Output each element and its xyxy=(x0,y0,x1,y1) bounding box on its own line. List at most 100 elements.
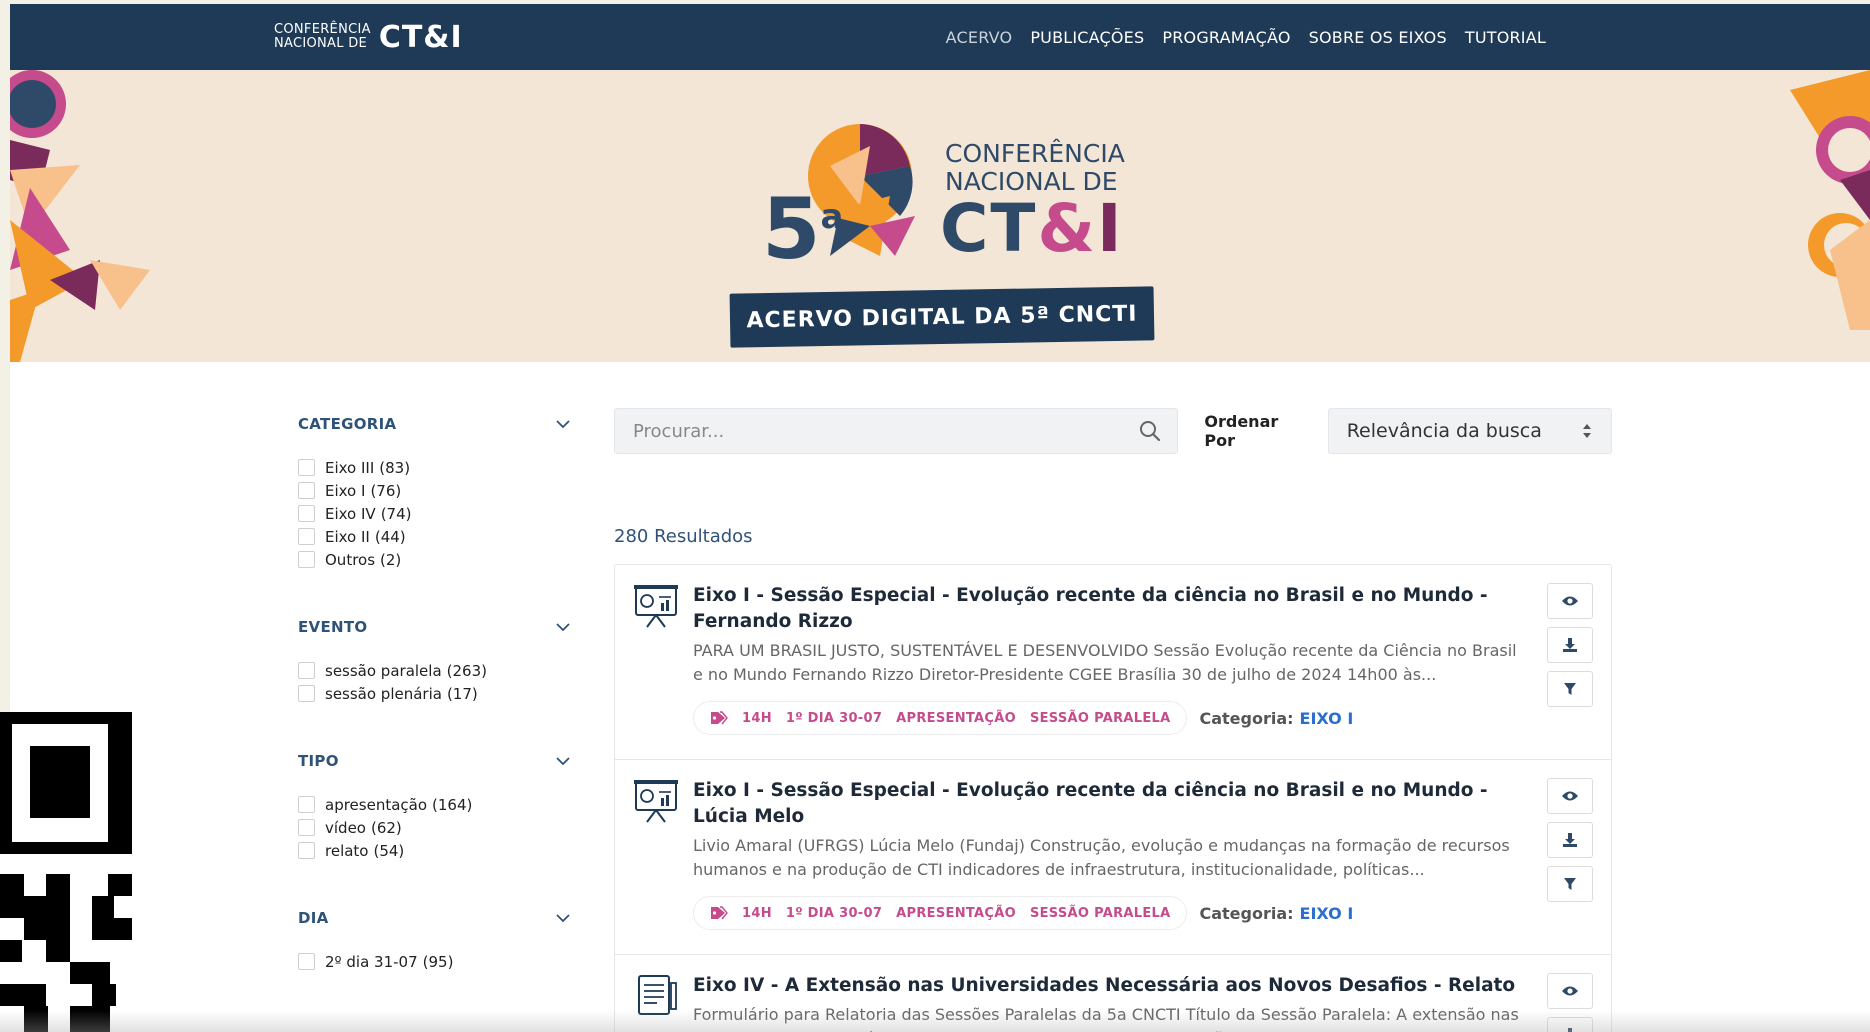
search-box[interactable] xyxy=(614,408,1179,454)
option-label: apresentação xyxy=(325,795,428,814)
logo-line2: NACIONAL DE xyxy=(274,36,368,51)
chevron-down-icon[interactable] xyxy=(556,754,570,768)
nav-item-sobre-os-eixos[interactable]: SOBRE OS EIXOS xyxy=(1309,28,1447,47)
filter-option[interactable]: vídeo (62) xyxy=(298,816,570,839)
filter-option[interactable]: Eixo III (83) xyxy=(298,456,570,479)
result-title[interactable]: Eixo IV - A Extensão nas Universidades N… xyxy=(693,973,1521,999)
result-title[interactable]: Eixo I - Sessão Especial - Evolução rece… xyxy=(693,778,1521,830)
download-icon xyxy=(1563,638,1577,652)
sort-select[interactable]: Relevância da busca xyxy=(1327,408,1612,454)
filter-icon xyxy=(1564,683,1576,695)
facet-title: TIPO xyxy=(298,752,339,770)
tags-icon xyxy=(711,711,728,725)
tag[interactable]: SESSÃO PARALELA xyxy=(1030,906,1171,921)
filter-option[interactable]: apresentação (164) xyxy=(298,793,570,816)
checkbox[interactable] xyxy=(298,459,315,476)
category-label: Categoria: xyxy=(1199,708,1294,728)
filter-button[interactable] xyxy=(1547,671,1593,707)
facet-evento: EVENTO sessão paralela (263) sessão plená… xyxy=(298,615,570,705)
filter-option[interactable]: sessão plenária (17) xyxy=(298,682,570,705)
decor-shapes-right-icon xyxy=(1790,70,1870,330)
checkbox[interactable] xyxy=(298,796,315,813)
checkbox[interactable] xyxy=(298,953,315,970)
option-label: Outros xyxy=(325,550,376,569)
filter-option[interactable]: Outros (2) xyxy=(298,548,570,571)
chevron-down-icon[interactable] xyxy=(556,417,570,431)
checkbox[interactable] xyxy=(298,528,315,545)
facet-header[interactable]: DIA xyxy=(298,906,570,930)
filter-icon xyxy=(1564,878,1576,890)
eye-icon xyxy=(1562,986,1578,996)
option-label: Eixo III xyxy=(325,458,375,477)
tag[interactable]: APRESENTAÇÃO xyxy=(896,711,1016,726)
eye-icon xyxy=(1562,791,1578,801)
result-tags: 14H 1º DIA 30-07 APRESENTAÇÃO SESSÃO PAR… xyxy=(693,896,1188,930)
filter-option[interactable]: sessão paralela (263) xyxy=(298,659,570,682)
option-count: (164) xyxy=(432,795,473,814)
facet-header[interactable]: EVENTO xyxy=(298,615,570,639)
search-icon[interactable] xyxy=(1139,420,1161,442)
filter-option[interactable]: Eixo II (44) xyxy=(298,525,570,548)
checkbox[interactable] xyxy=(298,842,315,859)
view-button[interactable] xyxy=(1547,778,1593,814)
option-label: Eixo I xyxy=(325,481,366,500)
checkbox[interactable] xyxy=(298,662,315,679)
facet-header[interactable]: TIPO xyxy=(298,749,570,773)
header-logo-text: CONFERÊNCIA NACIONAL DE xyxy=(274,23,371,51)
tag[interactable]: 14H xyxy=(742,711,772,726)
tag[interactable]: SESSÃO PARALELA xyxy=(1030,711,1171,726)
result-actions xyxy=(1547,778,1593,902)
download-button[interactable] xyxy=(1547,627,1593,663)
search-toolbar: Ordenar Por Relevância da busca xyxy=(614,408,1612,454)
option-count: (2) xyxy=(380,550,402,569)
result-description: PARA UM BRASIL JUSTO, SUSTENTÁVEL E DESE… xyxy=(693,641,1517,684)
header-logo[interactable]: CONFERÊNCIA NACIONAL DE CT&I xyxy=(274,20,463,55)
option-label: Eixo IV xyxy=(325,504,376,523)
nav-menu: ACERVO PUBLICAÇÕES PROGRAMAÇÃO SOBRE OS … xyxy=(946,28,1546,47)
option-label: 2º dia 31-07 xyxy=(325,952,418,971)
filter-option[interactable]: relato (54) xyxy=(298,839,570,862)
nav-item-tutorial[interactable]: TUTORIAL xyxy=(1465,28,1546,47)
select-arrows-icon xyxy=(1583,424,1591,438)
checkbox[interactable] xyxy=(298,685,315,702)
sort-selected-value: Relevância da busca xyxy=(1346,420,1542,442)
page: CONFERÊNCIA NACIONAL DE CT&I ACERVO PUBL… xyxy=(10,4,1870,1032)
chevron-down-icon[interactable] xyxy=(556,620,570,634)
download-button[interactable] xyxy=(1547,822,1593,858)
nav-item-publicacoes[interactable]: PUBLICAÇÕES xyxy=(1030,28,1144,47)
facet-dia: DIA 2º dia 31-07 (95) xyxy=(298,906,570,973)
option-label: vídeo xyxy=(325,818,366,837)
checkbox[interactable] xyxy=(298,819,315,836)
result-tags: 14H 1º DIA 30-07 APRESENTAÇÃO SESSÃO PAR… xyxy=(693,701,1188,735)
filter-option[interactable]: 2º dia 31-07 (95) xyxy=(298,950,570,973)
filter-sidebar: CATEGORIA Eixo III (83) Eixo I (76) Eixo I… xyxy=(298,412,570,1017)
checkbox[interactable] xyxy=(298,551,315,568)
result-item: Eixo I - Sessão Especial - Evolução rece… xyxy=(615,565,1611,760)
filter-button[interactable] xyxy=(1547,866,1593,902)
facet-header[interactable]: CATEGORIA xyxy=(298,412,570,436)
nav-item-programacao[interactable]: PROGRAMAÇÃO xyxy=(1162,28,1290,47)
view-button[interactable] xyxy=(1547,583,1593,619)
tag[interactable]: 1º DIA 30-07 xyxy=(786,711,882,726)
result-meta: 14H 1º DIA 30-07 APRESENTAÇÃO SESSÃO PAR… xyxy=(693,896,1521,930)
search-input[interactable] xyxy=(633,420,1140,442)
presentation-icon xyxy=(634,585,678,628)
filter-option[interactable]: Eixo I (76) xyxy=(298,479,570,502)
view-button[interactable] xyxy=(1547,973,1593,1009)
chevron-down-icon[interactable] xyxy=(556,911,570,925)
filter-option[interactable]: Eixo IV (74) xyxy=(298,502,570,525)
tag[interactable]: 1º DIA 30-07 xyxy=(786,906,882,921)
nav-item-acervo[interactable]: ACERVO xyxy=(946,28,1013,47)
tag[interactable]: APRESENTAÇÃO xyxy=(896,906,1016,921)
checkbox[interactable] xyxy=(298,505,315,522)
result-title[interactable]: Eixo I - Sessão Especial - Evolução rece… xyxy=(693,583,1521,635)
facet-title: EVENTO xyxy=(298,618,368,636)
checkbox[interactable] xyxy=(298,482,315,499)
option-count: (95) xyxy=(422,952,454,971)
option-count: (54) xyxy=(373,841,405,860)
tag[interactable]: 14H xyxy=(742,906,772,921)
option-count: (17) xyxy=(446,684,478,703)
category-link[interactable]: EIXO I xyxy=(1300,904,1354,923)
category-link[interactable]: EIXO I xyxy=(1300,709,1354,728)
facet-title: CATEGORIA xyxy=(298,415,397,433)
